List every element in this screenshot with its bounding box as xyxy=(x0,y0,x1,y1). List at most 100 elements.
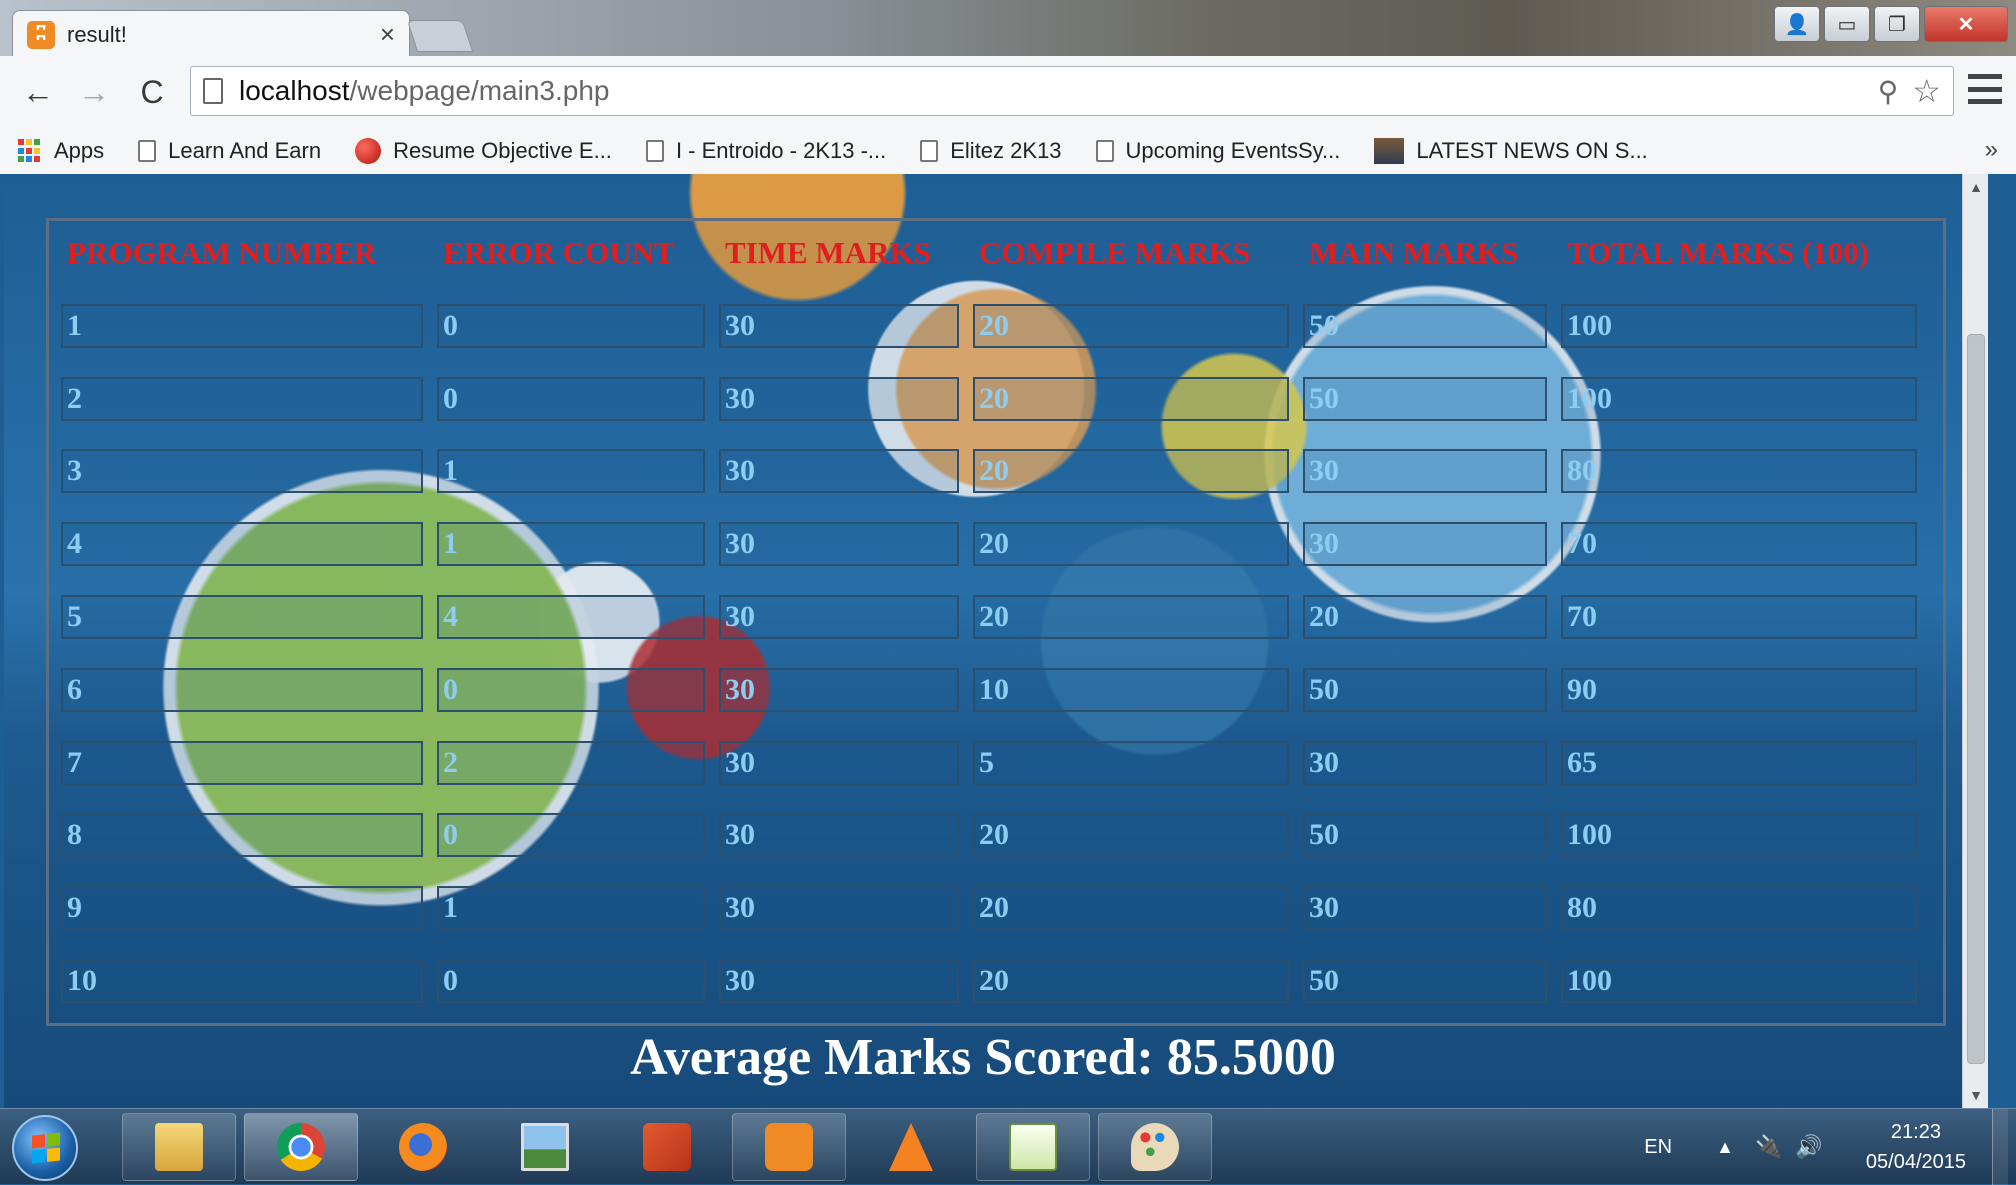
scroll-down-arrow-icon[interactable]: ▼ xyxy=(1963,1082,1988,1108)
taskbar-chrome[interactable] xyxy=(244,1113,358,1181)
table-cell: 0 xyxy=(437,376,705,421)
scroll-up-arrow-icon[interactable]: ▲ xyxy=(1963,174,1988,200)
bookmark-apps[interactable]: Apps xyxy=(18,138,104,164)
table-cell: 80 xyxy=(1561,449,1917,494)
table-cell: 7 xyxy=(61,740,423,785)
table-cell: 30 xyxy=(719,667,959,712)
url-text[interactable]: localhost/webpage/main3.php xyxy=(239,75,1878,107)
table-cell: 6 xyxy=(61,667,423,712)
page-icon xyxy=(203,78,223,104)
new-tab-button[interactable] xyxy=(406,20,474,52)
show-desktop-button[interactable] xyxy=(1992,1109,2008,1185)
red-circle-icon xyxy=(355,138,382,164)
table-cell: 0 xyxy=(437,303,705,348)
bookmark-resume-objective[interactable]: Resume Objective E... xyxy=(355,138,612,164)
maximize-button[interactable]: ❐ xyxy=(1874,6,1920,42)
table-cell: 10 xyxy=(973,667,1289,712)
table-cell: 1 xyxy=(437,886,705,931)
tab-close-icon[interactable]: × xyxy=(380,19,395,50)
address-bar[interactable]: localhost/webpage/main3.php ⚲ ☆ xyxy=(190,66,1954,116)
table-cell: 20 xyxy=(973,522,1289,567)
zoom-icon[interactable]: ⚲ xyxy=(1878,75,1899,108)
bookmark-upcoming-events[interactable]: Upcoming EventsSy... xyxy=(1095,138,1341,164)
clock-time: 21:23 xyxy=(1890,1121,1941,1143)
table-cell: 2 xyxy=(61,376,423,421)
bookmark-label: Elitez 2K13 xyxy=(950,138,1062,163)
table-cell: 20 xyxy=(973,813,1289,858)
table-cell: 30 xyxy=(719,740,959,785)
table-cell: 90 xyxy=(1561,667,1917,712)
close-window-button[interactable]: ✕ xyxy=(1924,6,2008,42)
table-row: 3 1 30 20 30 80 xyxy=(61,449,1931,522)
show-hidden-icons-icon[interactable]: ▲ xyxy=(1716,1137,1734,1158)
table-cell: 20 xyxy=(973,303,1289,348)
column-header: MAIN MARKS xyxy=(1309,235,1519,270)
bookmark-star-icon[interactable]: ☆ xyxy=(1912,72,1941,110)
table-cell: 30 xyxy=(719,594,959,639)
reload-button[interactable]: C xyxy=(130,70,174,114)
taskbar-firefox[interactable] xyxy=(366,1113,480,1181)
column-header: PROGRAM NUMBER xyxy=(67,235,377,270)
table-row: 10 0 30 20 50 100 xyxy=(61,958,1931,1032)
taskbar-paint[interactable] xyxy=(1098,1113,1212,1181)
xampp-favicon-icon: ʭ xyxy=(27,20,55,49)
table-cell: 65 xyxy=(1561,740,1917,785)
taskbar-powerpoint[interactable] xyxy=(610,1113,724,1181)
system-tray: EN ▲ 🔌 🔊 21:23 05/04/2015 xyxy=(1644,1109,2008,1185)
table-cell: 8 xyxy=(61,813,423,858)
table-cell: 30 xyxy=(719,376,959,421)
table-cell: 20 xyxy=(973,594,1289,639)
bookmark-learn-and-earn[interactable]: Learn And Earn xyxy=(138,138,321,164)
volume-icon[interactable]: 🔊 xyxy=(1795,1134,1822,1160)
vertical-scrollbar[interactable]: ▲ ▼ xyxy=(1962,174,1988,1108)
table-cell: 100 xyxy=(1561,958,1917,1003)
minimize-button[interactable]: ▭ xyxy=(1824,6,1870,42)
table-row: 9 1 30 20 30 80 xyxy=(61,886,1931,959)
table-cell: 30 xyxy=(719,449,959,494)
page-icon xyxy=(645,140,664,162)
taskbar-photo-viewer[interactable] xyxy=(488,1113,602,1181)
tab-title: result! xyxy=(67,21,127,47)
image-icon xyxy=(1374,138,1405,164)
column-header: ERROR COUNT xyxy=(443,235,675,270)
tab-strip: ʭ result! × 👤 ▭ ❐ ✕ xyxy=(0,0,2016,58)
page-icon xyxy=(920,140,939,162)
chrome-menu-icon[interactable] xyxy=(1968,74,2002,104)
table-cell: 3 xyxy=(61,449,423,494)
table-cell: 80 xyxy=(1561,886,1917,931)
forward-button[interactable]: → xyxy=(72,70,116,114)
more-bookmarks-button[interactable]: » xyxy=(1985,136,1998,164)
table-cell: 30 xyxy=(1303,740,1547,785)
page-content: PROGRAM NUMBER ERROR COUNT TIME MARKS CO… xyxy=(4,174,1988,1108)
taskbar-notepad-plus-plus[interactable] xyxy=(976,1113,1090,1181)
scrollbar-thumb[interactable] xyxy=(1967,334,1985,1064)
table-cell: 70 xyxy=(1561,594,1917,639)
profile-button[interactable]: 👤 xyxy=(1774,6,1820,42)
table-cell: 50 xyxy=(1303,813,1547,858)
table-cell: 30 xyxy=(719,813,959,858)
start-button[interactable] xyxy=(12,1115,78,1181)
power-plug-icon[interactable]: 🔌 xyxy=(1755,1134,1782,1160)
clock[interactable]: 21:23 05/04/2015 xyxy=(1866,1117,1966,1177)
table-cell: 30 xyxy=(1303,449,1547,494)
table-row: 5 4 30 20 20 70 xyxy=(61,594,1931,668)
page-icon xyxy=(138,140,157,162)
bookmarks-bar: Apps Learn And Earn Resume Objective E..… xyxy=(0,128,2016,174)
browser-toolbar: ← → C localhost/webpage/main3.php ⚲ ☆ xyxy=(0,56,2016,128)
language-indicator[interactable]: EN xyxy=(1644,1136,1672,1159)
bookmark-entroido[interactable]: I - Entroido - 2K13 -... xyxy=(645,138,886,164)
taskbar-vlc[interactable] xyxy=(854,1113,968,1181)
bookmark-label: Upcoming EventsSy... xyxy=(1125,138,1341,163)
back-button[interactable]: ← xyxy=(16,70,60,114)
bookmark-elitez[interactable]: Elitez 2K13 xyxy=(920,138,1062,164)
windows-logo-icon xyxy=(32,1132,60,1164)
taskbar-file-explorer[interactable] xyxy=(122,1113,236,1181)
table-cell: 30 xyxy=(719,522,959,567)
taskbar-xampp[interactable] xyxy=(732,1113,846,1181)
powerpoint-icon xyxy=(643,1123,691,1171)
table-row: 7 2 30 5 30 65 xyxy=(61,740,1931,814)
bookmark-latest-news[interactable]: LATEST NEWS ON S... xyxy=(1374,138,1648,164)
table-cell: 20 xyxy=(973,376,1289,421)
tab-active[interactable]: ʭ result! × xyxy=(12,10,410,58)
table-cell: 30 xyxy=(1303,522,1547,567)
